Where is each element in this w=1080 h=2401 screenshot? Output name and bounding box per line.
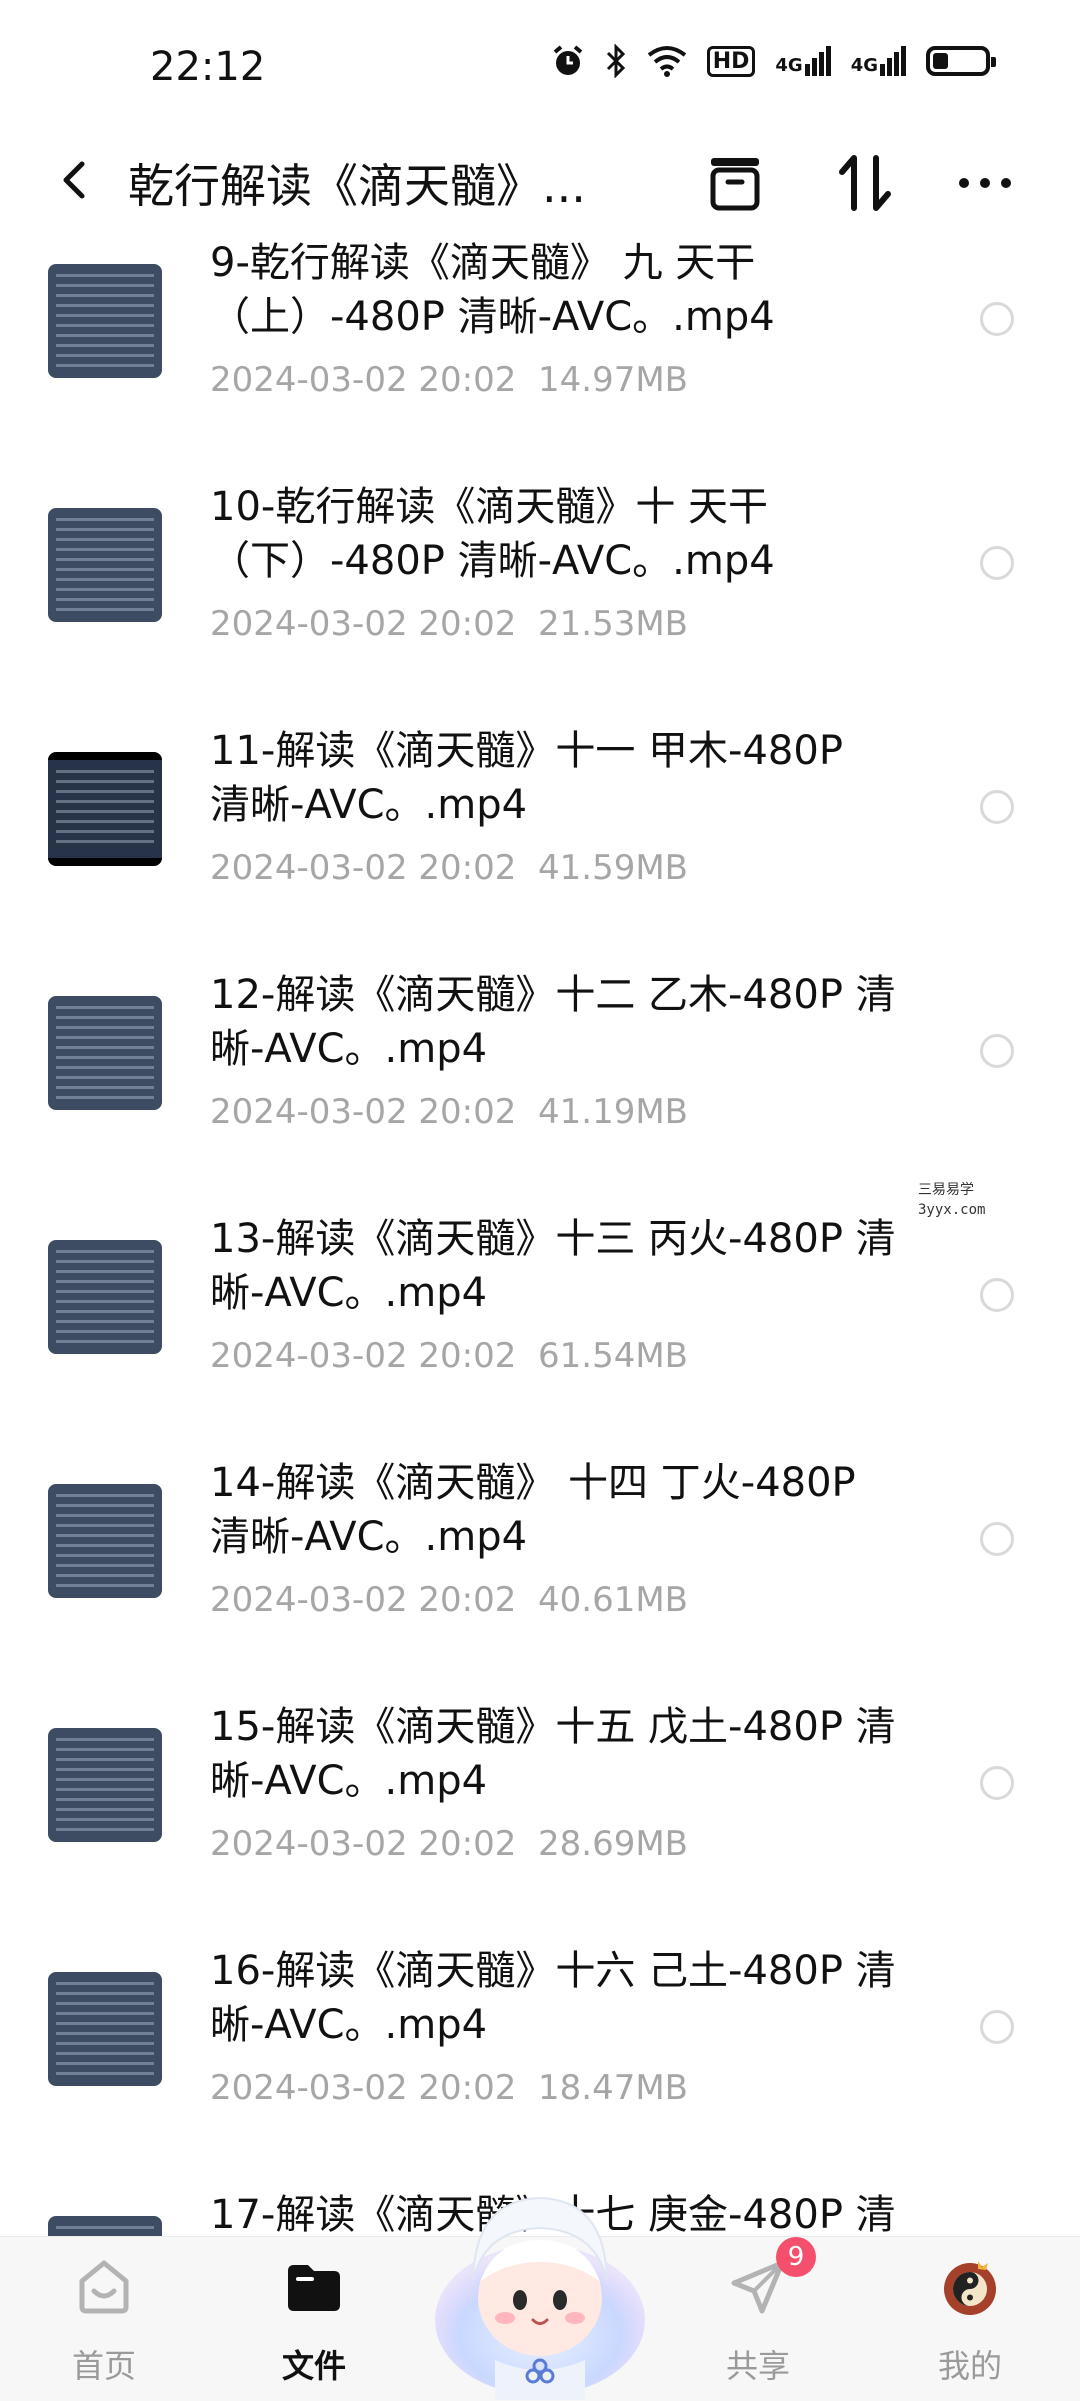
select-radio[interactable] — [980, 1034, 1014, 1068]
file-meta: 2024-03-02 20:02 40.61MB — [210, 1580, 689, 1620]
video-thumbnail — [48, 1240, 162, 1354]
file-meta: 2024-03-02 20:02 41.19MB — [210, 1092, 689, 1132]
file-row[interactable]: 15-解读《滴天髓》十五 戊土-480P 清晰-AVC。.mp4 2024-03… — [0, 1700, 1080, 1944]
signal-bars-icon-2 — [880, 46, 906, 76]
file-meta: 2024-03-02 20:02 18.47MB — [210, 2068, 689, 2108]
file-name: 16-解读《滴天髓》十六 己土-480P 清晰-AVC。.mp4 — [210, 1948, 896, 2048]
nav-files-label: 文件 — [281, 2347, 346, 2385]
video-thumbnail — [48, 996, 162, 1110]
header: 乾行解读《滴天髓》... — [0, 130, 1080, 230]
video-thumbnail — [48, 752, 162, 866]
file-row[interactable]: 13-解读《滴天髓》十三 丙火-480P 清晰-AVC。.mp4 2024-03… — [0, 1212, 1080, 1456]
signal-bars-icon — [804, 46, 831, 76]
signal-4g-label-2: 4G — [850, 55, 878, 76]
nav-home[interactable]: 首页 — [14, 2237, 194, 2401]
file-row[interactable]: 9-乾行解读《滴天髓》 九 天干 （上）-480P 清晰-AVC。.mp4 202… — [0, 236, 1080, 480]
signal-4g-label: 4G — [775, 55, 803, 76]
file-name: 15-解读《滴天髓》十五 戊土-480P 清晰-AVC。.mp4 — [210, 1704, 896, 1804]
select-radio[interactable] — [980, 546, 1014, 580]
file-meta: 2024-03-02 20:02 21.53MB — [210, 604, 689, 644]
nav-mine[interactable]: 我的 — [880, 2237, 1060, 2401]
sort-icon[interactable] — [830, 148, 900, 218]
battery-icon — [926, 46, 996, 76]
mascot-assistant-button[interactable] — [425, 2170, 655, 2400]
file-name: 12-解读《滴天髓》十二 乙木-480P 清晰-AVC。.mp4 — [210, 972, 896, 1072]
home-icon — [79, 2260, 129, 2314]
battery-level — [933, 53, 948, 69]
select-radio[interactable] — [980, 1766, 1014, 1800]
file-list[interactable]: 9-乾行解读《滴天髓》 九 天干 （上）-480P 清晰-AVC。.mp4 202… — [0, 236, 1080, 2236]
more-icon[interactable] — [950, 148, 1020, 218]
nav-share-label: 共享 — [725, 2347, 790, 2385]
file-name: 14-解读《滴天髓》 十四 丁火-480P 清晰-AVC。.mp4 — [210, 1460, 856, 1560]
file-row[interactable]: 16-解读《滴天髓》十六 己土-480P 清晰-AVC。.mp4 2024-03… — [0, 1944, 1080, 2188]
share-badge: 9 — [776, 2237, 816, 2277]
avatar-icon — [944, 2261, 996, 2315]
file-row[interactable]: 11-解读《滴天髓》十一 甲木-480P 清晰-AVC。.mp4 2024-03-… — [0, 724, 1080, 968]
file-name: 11-解读《滴天髓》十一 甲木-480P 清晰-AVC。.mp4 — [210, 728, 843, 828]
status-time: 22:12 — [150, 44, 266, 90]
nav-share[interactable]: 9 共享 — [668, 2237, 848, 2401]
signal-4g-icon-2: 4G — [851, 46, 906, 76]
video-thumbnail — [48, 1484, 162, 1598]
file-row[interactable]: 14-解读《滴天髓》 十四 丁火-480P 清晰-AVC。.mp4 2024-03… — [0, 1456, 1080, 1700]
nav-files[interactable]: 文件 — [224, 2237, 404, 2401]
video-thumbnail — [48, 2216, 162, 2236]
file-meta: 2024-03-02 20:02 14.97MB — [210, 360, 689, 400]
file-name: 9-乾行解读《滴天髓》 九 天干 （上）-480P 清晰-AVC。.mp4 — [210, 240, 775, 340]
select-radio[interactable] — [980, 1522, 1014, 1556]
status-bar: 22:12 HD 4G 4G — [0, 0, 1080, 130]
page-title: 乾行解读《滴天髓》... — [128, 159, 586, 213]
nav-home-label: 首页 — [71, 2347, 136, 2385]
file-name: 13-解读《滴天髓》十三 丙火-480P 清晰-AVC。.mp4 — [210, 1216, 896, 1316]
select-radio[interactable] — [980, 1278, 1014, 1312]
folder-icon — [288, 2265, 340, 2311]
archive-box-icon[interactable] — [700, 148, 770, 218]
video-thumbnail — [48, 1972, 162, 2086]
wifi-icon — [647, 46, 686, 77]
file-row[interactable]: 10-乾行解读《滴天髓》十 天干 （下）-480P 清晰-AVC。.mp4 202… — [0, 480, 1080, 724]
video-thumbnail — [48, 1728, 162, 1842]
file-name: 10-乾行解读《滴天髓》十 天干 （下）-480P 清晰-AVC。.mp4 — [210, 484, 775, 584]
back-icon[interactable] — [44, 150, 104, 210]
select-radio[interactable] — [980, 2010, 1014, 2044]
file-meta: 2024-03-02 20:02 61.54MB — [210, 1336, 689, 1376]
select-radio[interactable] — [980, 302, 1014, 336]
status-icons: HD 4G 4G — [551, 44, 996, 78]
signal-4g-icon: 4G — [775, 46, 831, 76]
alarm-icon — [553, 45, 582, 75]
select-radio[interactable] — [980, 790, 1014, 824]
bluetooth-icon — [606, 44, 625, 78]
watermark: 三易易学 3yyx.com — [918, 1182, 986, 1218]
video-thumbnail — [48, 264, 162, 378]
hd-icon: HD — [706, 45, 756, 77]
file-meta: 2024-03-02 20:02 41.59MB — [210, 848, 689, 888]
video-thumbnail — [48, 508, 162, 622]
file-meta: 2024-03-02 20:02 28.69MB — [210, 1824, 689, 1864]
nav-mine-label: 我的 — [937, 2347, 1002, 2385]
file-row[interactable]: 12-解读《滴天髓》十二 乙木-480P 清晰-AVC。.mp4 2024-03… — [0, 968, 1080, 1212]
